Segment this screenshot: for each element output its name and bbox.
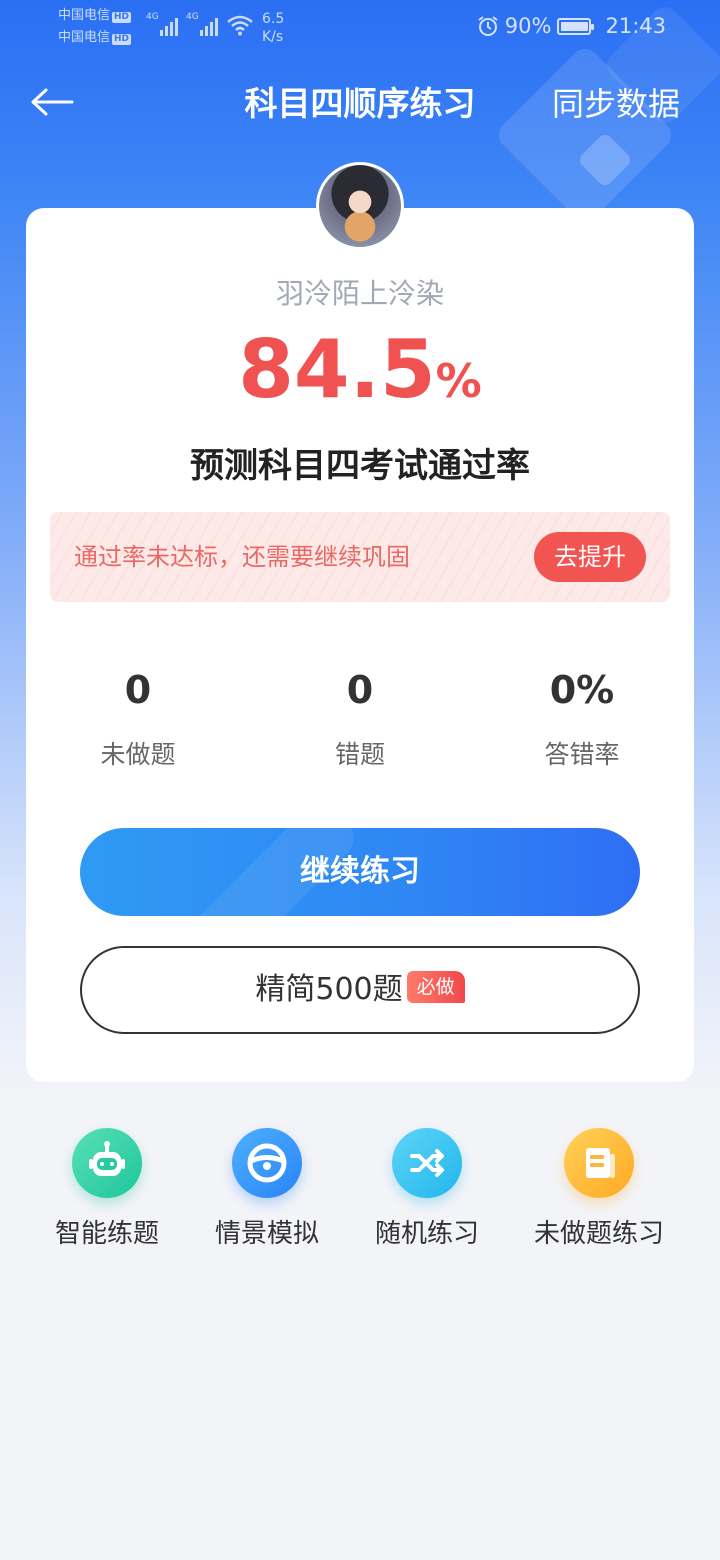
- carrier-1-label: 中国电信: [58, 8, 111, 23]
- stat-unanswered[interactable]: 0 未做题: [38, 666, 238, 772]
- speed-value: 6.5: [262, 11, 285, 27]
- clock: 21:43: [605, 14, 666, 38]
- must-do-badge: 必做: [406, 970, 465, 1003]
- quick-action-label: 随机练习: [374, 1219, 479, 1249]
- alarm-icon: [478, 16, 498, 36]
- stat-error-rate: 0% 答错率: [482, 666, 682, 772]
- quick-action-label: 情景模拟: [214, 1219, 319, 1249]
- status-bar: 中国电信 HD 中国电信 HD 4G 4G 6.5 K/s 90% 21:43: [0, 0, 720, 56]
- stat-label: 答错率: [544, 740, 620, 769]
- speed-unit: K/s: [262, 29, 284, 45]
- stat-label: 错题: [334, 740, 385, 769]
- pass-rate-unit: %: [435, 354, 482, 408]
- pass-rate-value: 84.5: [238, 323, 436, 416]
- username: 羽泠陌上泠染: [275, 277, 444, 310]
- carrier-2: 中国电信 HD: [58, 30, 132, 45]
- continue-practice-button[interactable]: 继续练习: [80, 828, 640, 916]
- quick-action-smart-practice[interactable]: 智能练题: [22, 1128, 192, 1252]
- shuffle-icon: [392, 1128, 462, 1198]
- stat-value: 0: [346, 668, 374, 712]
- improve-button[interactable]: 去提升: [534, 532, 646, 582]
- quick-action-random[interactable]: 随机练习: [342, 1128, 512, 1252]
- pass-rate-label: 预测科目四考试通过率: [190, 446, 530, 486]
- sync-data-button[interactable]: 同步数据: [552, 82, 680, 126]
- quick-action-scenario[interactable]: 情景模拟: [182, 1128, 352, 1252]
- notice-text: 通过率未达标，还需要继续巩固: [74, 543, 410, 571]
- page: 中国电信 HD 中国电信 HD 4G 4G 6.5 K/s 90% 21:43 …: [0, 0, 720, 1560]
- stat-value: 0: [124, 668, 152, 712]
- quick-action-label: 智能练题: [54, 1219, 159, 1249]
- pass-rate: 84.5%: [0, 322, 720, 418]
- carrier-1: 中国电信 HD: [58, 8, 132, 23]
- signal-icon: 4G: [146, 12, 178, 36]
- network-type: 4G: [186, 12, 199, 22]
- signal-icon: 4G: [186, 12, 218, 36]
- robot-icon: [72, 1128, 142, 1198]
- steering-wheel-icon: [232, 1128, 302, 1198]
- battery-icon: [557, 17, 595, 35]
- hd-badge: HD: [112, 12, 132, 23]
- quick-action-unanswered[interactable]: 未做题练习: [514, 1128, 684, 1252]
- status-right: 90% 21:43: [477, 14, 666, 38]
- hd-badge: HD: [112, 34, 132, 45]
- network-speed: 6.5 K/s: [262, 10, 284, 46]
- stat-wrong[interactable]: 0 错题: [260, 666, 460, 772]
- simplified-500-button[interactable]: 精简500题 必做: [80, 946, 640, 1034]
- wifi-icon: [227, 15, 253, 36]
- note-icon: [564, 1128, 634, 1198]
- carrier-2-label: 中国电信: [58, 30, 111, 45]
- network-type: 4G: [146, 12, 159, 22]
- notice-banner: 通过率未达标，还需要继续巩固 去提升: [50, 512, 670, 602]
- stat-label: 未做题: [100, 740, 176, 769]
- avatar[interactable]: [316, 162, 404, 250]
- simplified-500-label: 精简500题: [255, 972, 403, 1007]
- stat-value: 0%: [549, 668, 615, 712]
- quick-action-label: 未做题练习: [533, 1219, 664, 1249]
- battery-percent: 90%: [504, 14, 552, 38]
